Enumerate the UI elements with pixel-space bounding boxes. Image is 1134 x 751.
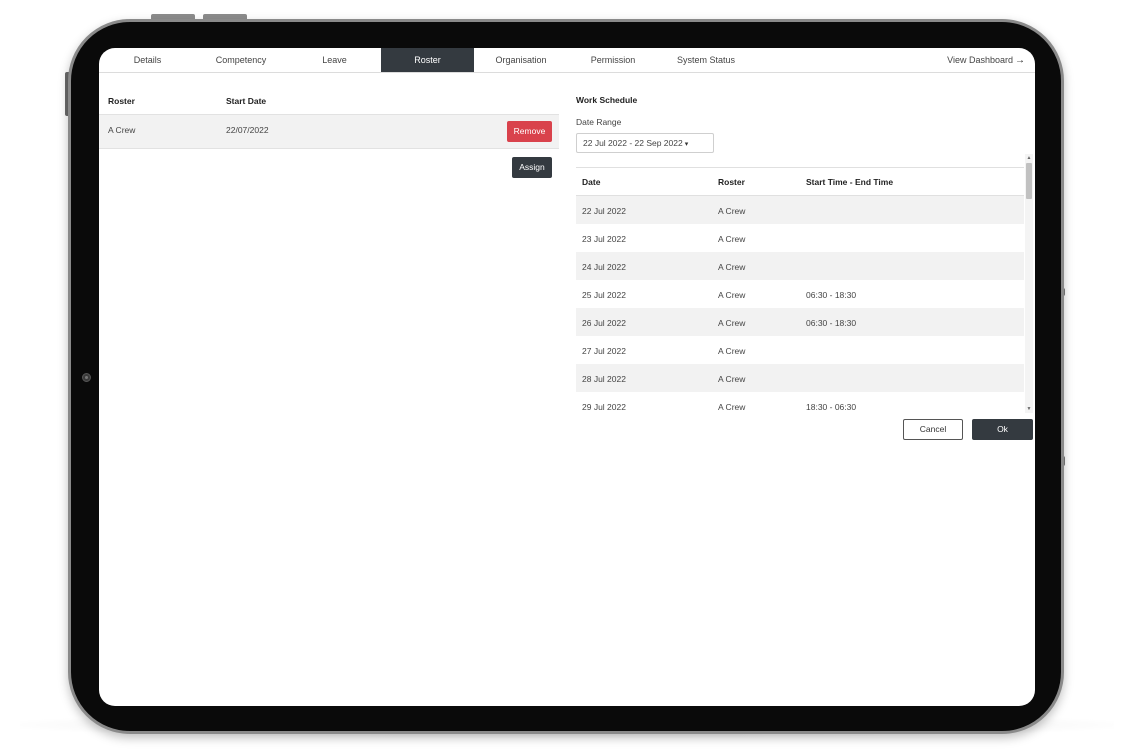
roster-cell: A Crew: [718, 318, 746, 328]
table-row: 22 Jul 2022 A Crew: [576, 196, 1024, 224]
app-screen: Details Competency Leave Roster Organisa…: [99, 48, 1035, 706]
time-cell: 06:30 - 18:30: [806, 318, 857, 328]
roster-column-header: Roster: [108, 96, 135, 106]
roster-cell: A Crew: [718, 290, 746, 300]
scroll-down-icon[interactable]: ▼: [1025, 405, 1033, 413]
roster-cell: A Crew: [718, 374, 746, 384]
date-cell: 22 Jul 2022: [582, 206, 626, 216]
schedule-header-row: Date Roster Start Time - End Time: [576, 168, 1024, 196]
tab-details[interactable]: Details: [110, 48, 185, 72]
schedule-scrollbar[interactable]: ▲ ▼: [1025, 154, 1033, 413]
time-column-header: Start Time - End Time: [806, 177, 894, 187]
date-column-header: Date: [582, 177, 601, 187]
time-cell: 06:30 - 18:30: [806, 290, 857, 300]
start-date-column-header: Start Date: [226, 96, 267, 106]
tab-permission[interactable]: Permission: [573, 48, 653, 72]
table-row: 26 Jul 2022 A Crew 06:30 - 18:30: [576, 308, 1024, 336]
date-range-picker[interactable]: 22 Jul 2022 - 22 Sep 2022 ▾: [576, 133, 714, 153]
view-dashboard-label: View Dashboard: [947, 55, 1013, 65]
roster-cell: A Crew: [718, 234, 746, 244]
roster-cell: A Crew: [718, 262, 746, 272]
start-date-cell: 22/07/2022: [226, 125, 269, 135]
table-row: 28 Jul 2022 A Crew: [576, 364, 1024, 392]
tab-competency[interactable]: Competency: [195, 48, 287, 72]
date-cell: 29 Jul 2022: [582, 402, 626, 412]
date-cell: 23 Jul 2022: [582, 234, 626, 244]
scroll-up-icon[interactable]: ▲: [1025, 154, 1033, 162]
roster-cell: A Crew: [108, 125, 136, 135]
cancel-button[interactable]: Cancel: [903, 419, 963, 440]
table-row: 24 Jul 2022 A Crew: [576, 252, 1024, 280]
view-dashboard-link[interactable]: View Dashboard →: [947, 48, 1025, 72]
tab-bar: Details Competency Leave Roster Organisa…: [99, 48, 1035, 73]
table-row: 25 Jul 2022 A Crew 06:30 - 18:30: [576, 280, 1024, 308]
scrollbar-thumb[interactable]: [1026, 163, 1032, 199]
work-schedule-table: Date Roster Start Time - End Time 22 Jul…: [576, 167, 1024, 413]
roster-cell: A Crew: [718, 206, 746, 216]
date-cell: 27 Jul 2022: [582, 346, 626, 356]
date-cell: 28 Jul 2022: [582, 374, 626, 384]
roster-column-header: Roster: [718, 177, 745, 187]
tab-system-status[interactable]: System Status: [665, 48, 747, 72]
tab-organisation[interactable]: Organisation: [477, 48, 565, 72]
arrow-right-icon: →: [1015, 55, 1025, 66]
table-row: 27 Jul 2022 A Crew: [576, 336, 1024, 364]
date-range-label: Date Range: [576, 117, 622, 127]
camera-icon: [82, 373, 91, 382]
table-row: 23 Jul 2022 A Crew: [576, 224, 1024, 252]
date-cell: 24 Jul 2022: [582, 262, 626, 272]
ok-button[interactable]: Ok: [972, 419, 1033, 440]
time-cell: 18:30 - 06:30: [806, 402, 857, 412]
date-cell: 25 Jul 2022: [582, 290, 626, 300]
table-row: 29 Jul 2022 A Crew 18:30 - 06:30: [576, 392, 1024, 413]
remove-button[interactable]: Remove: [507, 121, 552, 142]
roster-cell: A Crew: [718, 402, 746, 412]
caret-down-icon: ▾: [684, 141, 689, 148]
assign-button[interactable]: Assign: [512, 157, 552, 178]
date-cell: 26 Jul 2022: [582, 318, 626, 328]
roster-cell: A Crew: [718, 346, 746, 356]
tab-leave[interactable]: Leave: [297, 48, 372, 72]
table-row: A Crew 22/07/2022: [99, 114, 559, 149]
tab-roster[interactable]: Roster: [381, 48, 474, 72]
work-schedule-title: Work Schedule: [576, 95, 638, 105]
date-range-value: 22 Jul 2022 - 22 Sep 2022: [583, 138, 683, 148]
